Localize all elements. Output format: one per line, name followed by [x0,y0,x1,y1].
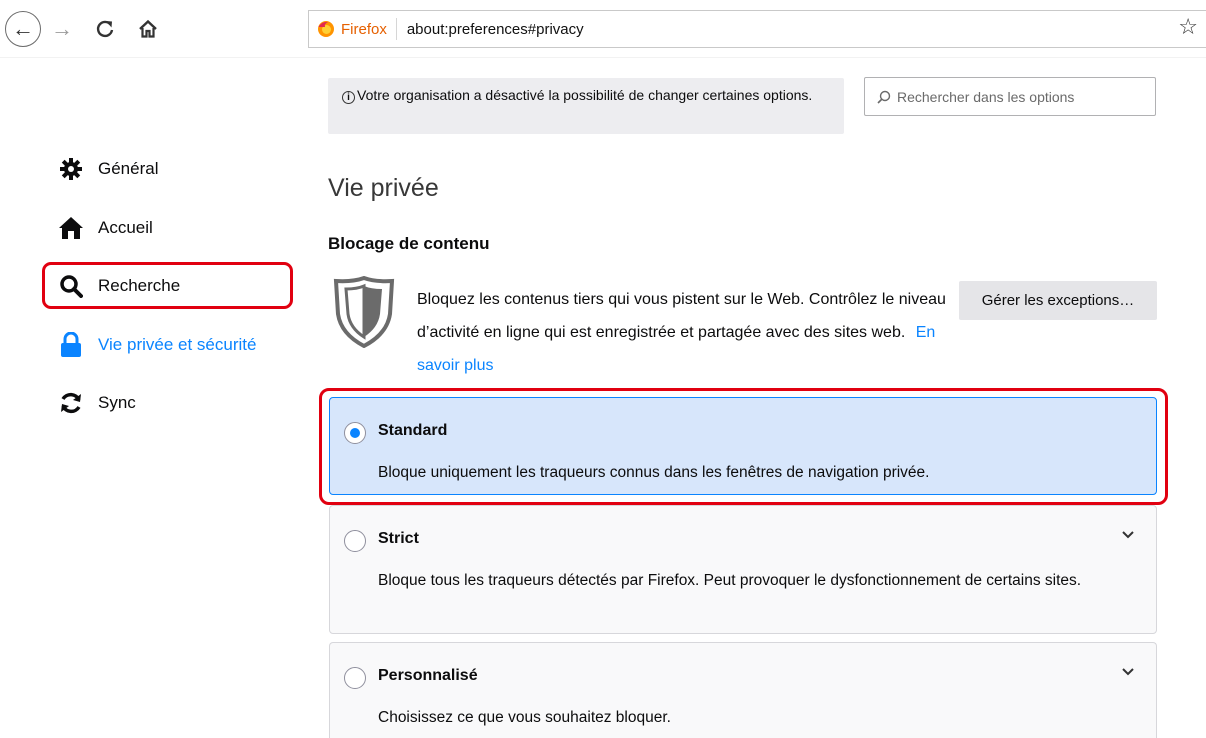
section-title: Blocage de contenu [328,234,490,253]
page-title: Vie privée [328,174,439,202]
sidebar-item-home[interactable]: Accueil [58,211,153,245]
chevron-down-icon[interactable] [1122,526,1134,542]
search-icon [877,90,891,104]
sidebar-item-label: Général [98,159,159,178]
reload-icon [96,20,114,38]
lock-icon [58,332,84,358]
sync-icon [58,390,84,416]
description-text: Bloquez les contenus tiers qui vous pist… [417,291,946,341]
firefox-logo-icon [318,21,334,37]
identity-box[interactable]: Firefox [309,18,397,40]
browser-toolbar: ← → Firefox about:preferences#privacy ☆ [0,0,1206,58]
policy-notice: i Votre organisation a désactivé la possi… [328,78,844,134]
back-arrow-icon: ← [12,16,34,41]
policy-notice-text: Votre organisation a désactivé la possib… [357,87,813,103]
forward-button[interactable]: → [47,13,77,45]
category-sidebar: Général Accueil Recherche Vie privée et … [0,58,300,738]
option-description: Bloque tous les traqueurs détectés par F… [378,572,1082,589]
bookmark-star-button[interactable]: ☆ [1178,16,1198,38]
option-description: Choisissez ce que vous souhaitez bloquer… [378,709,671,726]
star-icon: ☆ [1178,14,1198,39]
option-custom[interactable]: Personnalisé Choisissez ce que vous souh… [329,642,1157,738]
sidebar-item-general[interactable]: Général [58,152,158,186]
manage-exceptions-button[interactable]: Gérer les exceptions… [959,281,1157,320]
content-blocking-description: Bloquez les contenus tiers qui vous pist… [417,283,957,382]
privacy-highlight-annotation [42,262,293,309]
option-strict[interactable]: Strict Bloque tous les traqueurs détecté… [329,505,1157,634]
home-button[interactable] [133,13,163,45]
reload-button[interactable] [90,13,120,45]
custom-radio[interactable] [344,667,366,689]
gear-icon [58,156,84,182]
url-text[interactable]: about:preferences#privacy [407,21,584,38]
sidebar-item-label: Sync [98,393,136,412]
home-icon [58,215,84,241]
sidebar-item-label: Vie privée et sécurité [98,335,257,354]
sidebar-item-sync[interactable]: Sync [58,386,136,420]
url-bar[interactable]: Firefox about:preferences#privacy [308,10,1206,48]
option-title: Strict [378,530,419,547]
shield-icon [333,275,395,353]
info-icon: i [342,91,355,104]
strict-radio[interactable] [344,530,366,552]
chevron-down-icon[interactable] [1122,663,1134,679]
option-title: Personnalisé [378,667,478,684]
home-icon [139,19,157,38]
search-input[interactable]: Rechercher dans les options [864,77,1156,116]
search-placeholder: Rechercher dans les options [897,88,1075,105]
forward-arrow-icon: → [51,16,73,41]
standard-highlight-annotation [319,388,1168,505]
sidebar-item-label: Accueil [98,218,153,237]
back-button[interactable]: ← [5,11,41,47]
identity-label: Firefox [341,20,387,38]
sidebar-item-privacy[interactable]: Vie privée et sécurité [58,328,256,362]
